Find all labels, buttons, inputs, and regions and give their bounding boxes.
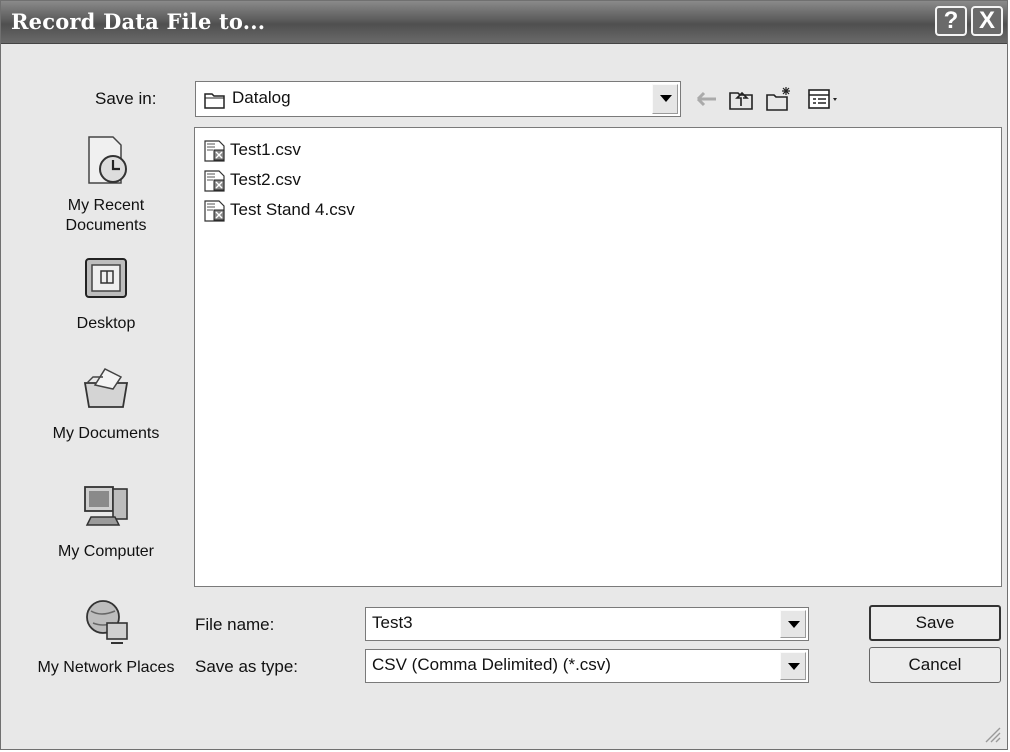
back-arrow-icon[interactable]: [693, 85, 721, 113]
place-my-computer[interactable]: My Computer: [27, 479, 185, 562]
file-name: Test1.csv: [230, 140, 301, 159]
close-button[interactable]: X: [971, 6, 1003, 36]
desktop-icon: [85, 258, 127, 298]
recent-documents-icon: [88, 136, 127, 184]
place-label: Desktop: [76, 315, 136, 332]
place-label: My Computer: [57, 543, 155, 560]
new-folder-icon[interactable]: [765, 85, 793, 113]
my-documents-icon: [83, 368, 129, 408]
save-as-type-dropdown[interactable]: CSV (Comma Delimited) (*.csv): [365, 649, 809, 683]
file-name-dropdown-arrow[interactable]: [780, 610, 806, 638]
place-my-network-places[interactable]: My Network Places: [27, 595, 185, 678]
file-name: Test Stand 4.csv: [230, 200, 355, 219]
save-in-value: Datalog: [232, 88, 291, 107]
cancel-button[interactable]: Cancel: [869, 647, 1001, 683]
save-button[interactable]: Save: [869, 605, 1001, 641]
save-as-type-value: CSV (Comma Delimited) (*.csv): [372, 655, 611, 674]
my-computer-icon: [84, 486, 128, 526]
place-desktop[interactable]: Desktop: [27, 251, 185, 334]
file-list[interactable]: Test1.csv Test2.csv Test Stand 4.csv: [194, 127, 1002, 587]
place-my-documents[interactable]: My Documents: [27, 361, 185, 444]
save-in-dropdown[interactable]: Datalog: [195, 81, 681, 117]
up-one-level-icon[interactable]: [727, 85, 755, 113]
save-as-type-dropdown-arrow[interactable]: [780, 652, 806, 680]
csv-file-icon: [204, 170, 225, 192]
title-bar[interactable]: Record Data File to... ? X: [1, 1, 1007, 44]
place-label: My Network Places: [37, 659, 175, 676]
folder-icon: [204, 93, 225, 109]
help-button[interactable]: ?: [935, 6, 967, 36]
save-as-type-label: Save as type:: [195, 657, 299, 676]
csv-file-icon: [204, 140, 225, 162]
window-title: Record Data File to...: [11, 9, 266, 34]
view-menu-icon[interactable]: [807, 85, 843, 113]
place-label: My Recent Documents: [65, 197, 147, 234]
file-name-value: Test3: [372, 613, 413, 632]
file-name-input[interactable]: Test3: [365, 607, 809, 641]
save-dialog: Record Data File to... ? X Save in: Data…: [0, 0, 1008, 750]
file-name: Test2.csv: [230, 170, 301, 189]
save-in-label: Save in:: [95, 89, 157, 108]
file-name-label: File name:: [195, 615, 275, 634]
resize-grip-icon[interactable]: [981, 723, 1001, 743]
place-my-recent-documents[interactable]: My Recent Documents: [27, 133, 185, 236]
place-label: My Documents: [52, 425, 160, 442]
network-places-icon: [86, 600, 128, 644]
csv-file-icon: [204, 200, 225, 222]
save-in-dropdown-arrow[interactable]: [652, 84, 678, 114]
